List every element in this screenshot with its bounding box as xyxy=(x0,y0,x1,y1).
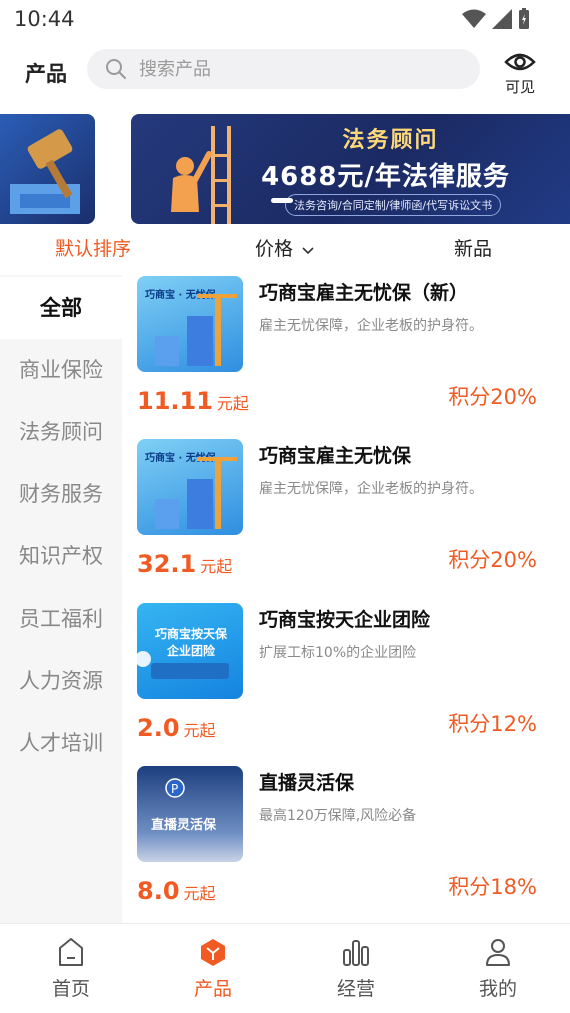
category-sidebar: 全部 商业保险 法务顾问 财务服务 知识产权 员工福利 人力资源 人才培训 xyxy=(0,275,122,923)
product-card[interactable]: 巧商宝 · 无忧保 巧商宝雇主无忧保（新） 雇主无忧保障，企业老板的护身符。 1… xyxy=(122,275,570,439)
product-name: 巧商宝雇主无忧保（新） xyxy=(259,282,469,304)
banner-title: 法务顾问 xyxy=(342,128,439,153)
sort-tab-price-label: 价格 xyxy=(255,238,294,260)
battery-icon xyxy=(519,8,529,29)
person-icon xyxy=(486,939,510,966)
page-title: 产品 xyxy=(25,62,67,86)
carousel-indicator xyxy=(271,198,293,203)
home-icon xyxy=(59,938,83,966)
product-points: 积分20% xyxy=(448,548,537,572)
status-time: 10:44 xyxy=(14,7,75,31)
header: 产品 可见 xyxy=(0,40,570,110)
product-card[interactable]: 巧商宝按天保 企业团险 巧商宝按天企业团险 扩展工标10%的企业团险 2.0 元起… xyxy=(122,602,570,766)
product-name: 直播灵活保 xyxy=(259,772,355,794)
sort-tab-default[interactable]: 默认排序 xyxy=(55,234,131,261)
product-name: 巧商宝雇主无忧保 xyxy=(259,445,412,467)
signal-icon xyxy=(492,9,512,29)
building-illustration-icon xyxy=(155,457,237,529)
banner-price: 4688元/年法律服务 xyxy=(261,162,510,192)
eye-icon xyxy=(504,53,536,71)
product-thumbnail: 巧商宝 · 无忧保 xyxy=(137,439,243,535)
product-price: 8.0 元起 xyxy=(137,877,216,905)
product-points: 积分20% xyxy=(448,385,537,409)
status-icons xyxy=(462,8,530,30)
search-box[interactable] xyxy=(87,49,480,89)
nav-label: 首页 xyxy=(51,978,90,1000)
sort-tab-new[interactable]: 新品 xyxy=(454,234,492,261)
product-card[interactable]: 直播灵活保 P 直播灵活保 最高120万保障,风险必备 8.0 元起 积分18% xyxy=(122,765,570,929)
product-card[interactable]: 巧商宝 · 无忧保 巧商宝雇主无忧保 雇主无忧保障，企业老板的护身符。 32.1… xyxy=(122,438,570,602)
price-value: 11.11 xyxy=(137,387,213,415)
chevron-down-icon xyxy=(302,246,314,254)
sort-tab-price[interactable]: 价格 xyxy=(255,234,315,261)
category-item-hr[interactable]: 人力资源 xyxy=(0,650,122,712)
product-desc: 最高120万保障,风险必备 xyxy=(259,808,417,824)
banner-slide-legal-service[interactable]: 法务顾问 4688元/年法律服务 法务咨询/合同定制/律师函/代写诉讼文书 xyxy=(131,114,570,224)
product-desc: 雇主无忧保障，企业老板的护身符。 xyxy=(259,318,483,334)
price-value: 32.1 xyxy=(137,550,197,578)
status-bar: 10:44 xyxy=(0,0,570,40)
product-price: 11.11 元起 xyxy=(137,387,249,415)
nav-item-product[interactable]: 产品 xyxy=(142,924,284,1013)
product-desc: 雇主无忧保障，企业老板的护身符。 xyxy=(259,481,483,497)
category-item-finance-service[interactable]: 财务服务 xyxy=(0,463,122,525)
nav-item-business[interactable]: 经营 xyxy=(285,924,427,1013)
category-item-employee-benefits[interactable]: 员工福利 xyxy=(0,588,122,650)
price-unit: 元起 xyxy=(216,394,249,413)
product-thumbnail: 直播灵活保 P xyxy=(137,766,243,862)
category-item-ip[interactable]: 知识产权 xyxy=(0,525,122,587)
product-points: 积分12% xyxy=(448,712,537,736)
product-price: 2.0 元起 xyxy=(137,714,216,742)
visible-label: 可见 xyxy=(504,78,535,96)
nav-label: 我的 xyxy=(478,978,517,1000)
thumbnail-text: 直播灵活保 xyxy=(151,818,217,833)
nav-item-mine[interactable]: 我的 xyxy=(427,924,569,1013)
category-item-legal-advisor[interactable]: 法务顾问 xyxy=(0,401,122,463)
nav-item-home[interactable]: 首页 xyxy=(0,924,142,1013)
insurance-logo-icon: P xyxy=(165,778,185,798)
nav-label: 产品 xyxy=(193,978,232,1000)
banner-services: 法务咨询/合同定制/律师函/代写诉讼文书 xyxy=(285,194,502,216)
price-unit: 元起 xyxy=(200,557,233,576)
price-unit: 元起 xyxy=(183,884,216,903)
product-cube-icon xyxy=(201,939,225,966)
bar-chart-icon xyxy=(343,940,369,966)
search-icon xyxy=(106,59,126,79)
wifi-icon xyxy=(462,9,486,28)
product-thumbnail: 巧商宝按天保 企业团险 xyxy=(137,603,243,699)
svg-text:P: P xyxy=(171,782,178,796)
product-price: 32.1 元起 xyxy=(137,550,232,578)
visibility-toggle[interactable]: 可见 xyxy=(498,44,542,98)
cloud-illustration-icon xyxy=(137,651,229,679)
banner-prev-slide[interactable] xyxy=(0,114,95,224)
bottom-nav: 首页 产品 经营 我的 xyxy=(0,923,570,1013)
category-item-all[interactable]: 全部 xyxy=(0,277,122,339)
product-thumbnail: 巧商宝 · 无忧保 xyxy=(137,276,243,372)
product-desc: 扩展工标10%的企业团险 xyxy=(259,645,417,661)
price-value: 8.0 xyxy=(137,877,180,905)
price-unit: 元起 xyxy=(183,721,216,740)
banner-carousel[interactable]: 法务顾问 4688元/年法律服务 法务咨询/合同定制/律师函/代写诉讼文书 xyxy=(0,114,570,224)
product-name: 巧商宝按天企业团险 xyxy=(259,609,431,631)
search-input[interactable] xyxy=(139,55,459,83)
nav-label: 经营 xyxy=(336,978,375,1000)
category-item-commercial-insurance[interactable]: 商业保险 xyxy=(0,339,122,401)
building-illustration-icon xyxy=(155,294,237,366)
category-item-training[interactable]: 人才培训 xyxy=(0,712,122,774)
price-value: 2.0 xyxy=(137,714,180,742)
gavel-icon xyxy=(10,129,80,214)
product-points: 积分18% xyxy=(448,875,537,899)
sort-bar: 默认排序 价格 新品 xyxy=(0,228,570,268)
